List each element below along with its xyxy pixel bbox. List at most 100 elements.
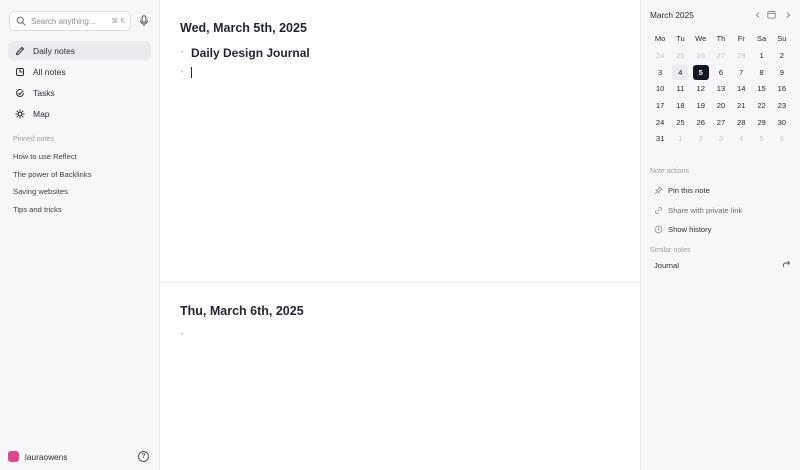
calendar-day[interactable]: 12: [691, 80, 711, 97]
calendar-day[interactable]: 24: [650, 114, 670, 131]
calendar-day-number: 5: [692, 64, 709, 80]
calendar-day[interactable]: 25: [670, 47, 690, 64]
calendar-day[interactable]: 30: [772, 114, 792, 131]
chevron-left-icon[interactable]: [752, 9, 763, 20]
calendar-day[interactable]: 7: [731, 64, 751, 81]
calendar-day[interactable]: 6: [772, 130, 792, 147]
chevron-right-icon[interactable]: [782, 9, 793, 20]
help-icon[interactable]: ?: [138, 451, 149, 462]
note-heading[interactable]: Daily Design Journal: [191, 46, 310, 60]
calendar-day[interactable]: 27: [711, 114, 731, 131]
pin-note-button[interactable]: Pin this note: [653, 183, 710, 197]
weekday-label: Mo: [654, 34, 666, 43]
calendar-week-row: 31 1 2 3 4 5 6: [650, 130, 792, 147]
weekday-label: Fr: [737, 34, 745, 43]
calendar-day[interactable]: 2: [691, 130, 711, 147]
calendar-day-number: 18: [676, 100, 685, 110]
calendar-day[interactable]: 27: [711, 47, 731, 64]
text-caret[interactable]: [191, 67, 192, 78]
calendar-day[interactable]: 9: [772, 64, 792, 81]
calendar-day-number: 27: [716, 117, 726, 127]
bullet-icon[interactable]: •: [181, 331, 183, 338]
link-icon: [653, 205, 663, 215]
calendar-day[interactable]: 14: [731, 80, 751, 97]
calendar-day[interactable]: 10: [650, 80, 670, 97]
calendar-day[interactable]: 13: [711, 80, 731, 97]
calendar-day[interactable]: 17: [650, 97, 670, 114]
pinned-notes-list: How to use Reflect The power of Backlink…: [13, 151, 92, 221]
calendar-day[interactable]: 1: [751, 47, 771, 64]
day-divider: [160, 282, 640, 283]
calendar-day[interactable]: 21: [731, 97, 751, 114]
calendar-day[interactable]: 23: [772, 97, 792, 114]
calendar-day[interactable]: 24: [650, 47, 670, 64]
calendar-day-number: 24: [655, 50, 665, 60]
calendar-day[interactable]: 28: [731, 114, 751, 131]
microphone-icon[interactable]: [138, 14, 150, 28]
calendar-month-title: March 2025: [650, 10, 694, 20]
user-account[interactable]: lauraowens: [8, 451, 67, 462]
calendar-day[interactable]: 5: [751, 130, 771, 147]
calendar-day-number: 25: [676, 50, 685, 60]
pinned-note-item[interactable]: Saving websites: [13, 186, 92, 204]
calendar-day[interactable]: 26: [691, 47, 711, 64]
calendar-day[interactable]: 6: [711, 64, 731, 81]
calendar-day-number: 6: [779, 134, 784, 144]
sidebar-item-daily-notes[interactable]: Daily notes: [8, 41, 151, 60]
search-box[interactable]: Search anything... ⌘ K: [9, 11, 131, 31]
pinned-note-item[interactable]: Tips and tricks: [13, 204, 92, 222]
calendar-day[interactable]: 28: [731, 47, 751, 64]
calendar-day[interactable]: 4: [670, 64, 690, 81]
search-placeholder: Search anything...: [31, 16, 96, 26]
forward-icon[interactable]: [782, 260, 791, 271]
calendar-day-number: 6: [718, 67, 724, 77]
calendar-day[interactable]: 2: [772, 47, 792, 64]
calendar-day[interactable]: 3: [650, 64, 670, 81]
pinned-note-item[interactable]: How to use Reflect: [13, 151, 92, 169]
show-history-button[interactable]: Show history: [653, 222, 711, 236]
calendar-day[interactable]: 22: [751, 97, 771, 114]
calendar-day[interactable]: 29: [751, 114, 771, 131]
similar-note-item[interactable]: Journal: [654, 260, 791, 271]
calendar-icon[interactable]: [766, 9, 777, 20]
action-label: Show history: [668, 224, 712, 234]
calendar-day[interactable]: 4: [731, 130, 751, 147]
calendar-weekday-row: Mo Tu We Th Fr Sa Su: [650, 30, 792, 47]
calendar-week-row: 10 11 12 13 14 15 16: [650, 80, 792, 97]
calendar-day[interactable]: 1: [670, 130, 690, 147]
calendar-day[interactable]: 31: [650, 130, 670, 147]
calendar-day-number: 12: [696, 84, 705, 94]
weekday-label: Sa: [756, 34, 767, 43]
calendar-day-number: 1: [678, 134, 683, 144]
calendar-day[interactable]: 8: [751, 64, 771, 81]
calendar-day[interactable]: 18: [670, 97, 690, 114]
similar-note-label: Journal: [654, 261, 679, 270]
calendar-day-number: 17: [655, 100, 665, 110]
calendar-day-number: 22: [757, 100, 766, 110]
calendar-day[interactable]: 26: [691, 114, 711, 131]
check-circle-icon: [14, 87, 26, 99]
calendar-grid: Mo Tu We Th Fr Sa Su 24 25 26 27 28 1 2 3 4 5 6 7 8 9…: [650, 30, 792, 147]
calendar-day[interactable]: 25: [670, 114, 690, 131]
bullet-icon: •: [181, 49, 184, 56]
calendar-week-row: 24 25 26 27 28 1 2: [650, 47, 792, 64]
sidebar-item-all-notes[interactable]: All notes: [8, 62, 151, 81]
pinned-note-item[interactable]: The power of Backlinks: [13, 169, 92, 187]
share-link-button[interactable]: Share with private link: [653, 203, 742, 217]
sidebar-item-map[interactable]: Map: [8, 105, 151, 124]
day-title: Wed, March 5th, 2025: [180, 21, 307, 35]
calendar-day[interactable]: 16: [772, 80, 792, 97]
sidebar-item-tasks[interactable]: Tasks: [8, 83, 151, 102]
calendar-day[interactable]: 5: [691, 64, 711, 81]
calendar-day[interactable]: 19: [691, 97, 711, 114]
calendar-day-number: 11: [676, 84, 685, 94]
left-sidebar: Search anything... ⌘ K Daily notes All n…: [0, 0, 160, 470]
calendar-day[interactable]: 20: [711, 97, 731, 114]
sidebar-item-label: Map: [33, 109, 50, 120]
calendar-day[interactable]: 15: [751, 80, 771, 97]
main-editor: Wed, March 5th, 2025 • Daily Design Jour…: [160, 0, 640, 470]
calendar-week-row: 17 18 19 20 21 22 23: [650, 97, 792, 114]
calendar-day[interactable]: 11: [670, 80, 690, 97]
calendar-day[interactable]: 3: [711, 130, 731, 147]
day-title: Thu, March 6th, 2025: [180, 304, 304, 318]
